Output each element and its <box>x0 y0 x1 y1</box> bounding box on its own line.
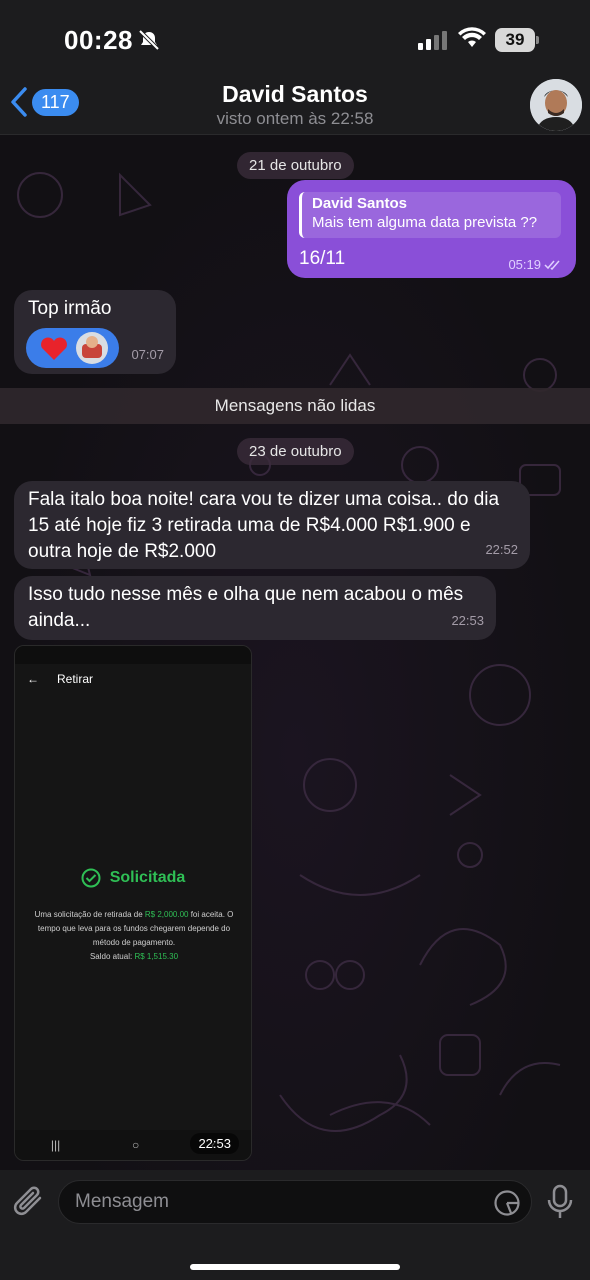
reaction-chip[interactable] <box>26 328 119 368</box>
reply-preview[interactable]: David Santos Mais tem alguma data previs… <box>299 192 561 238</box>
image-description: Uma solicitação de retirada de R$ 2,000.… <box>25 908 243 964</box>
message-bubble-outgoing[interactable]: David Santos Mais tem alguma data previs… <box>287 180 576 278</box>
bell-muted-icon <box>138 30 160 50</box>
message-text: 16/11 <box>299 248 346 269</box>
message-input[interactable] <box>75 1189 475 1215</box>
sticker-icon[interactable] <box>493 1189 521 1217</box>
home-indicator <box>190 1264 400 1270</box>
message-text: Top irmão <box>28 298 112 319</box>
date-divider: 23 de outubro <box>237 438 354 465</box>
image-status-bar <box>15 646 251 664</box>
unread-messages-divider: Mensagens não lidas <box>0 388 590 424</box>
message-bubble-incoming[interactable]: Isso tudo nesse mês e olha que nem acabo… <box>14 576 496 640</box>
check-circle-icon <box>81 868 101 888</box>
message-time: 22:53 <box>190 1133 239 1154</box>
wifi-icon <box>458 27 486 47</box>
arrow-left-icon: ← <box>27 672 39 686</box>
image-app-title: Retirar <box>57 672 94 686</box>
image-balance-value: R$ 1,515.30 <box>134 952 179 961</box>
message-bubble-incoming[interactable]: Top irmão 07:07 <box>14 290 176 374</box>
message-time: 05:19 <box>508 257 541 272</box>
message-meta: 05:19 <box>508 257 562 272</box>
status-time: 00:28 <box>64 25 133 55</box>
composer <box>0 1170 590 1280</box>
date-divider: 21 de outubro <box>237 152 354 179</box>
heart-reaction-icon <box>41 332 108 364</box>
last-seen: visto ontem às 22:58 <box>216 109 374 128</box>
paperclip-icon[interactable] <box>12 1184 46 1220</box>
image-status-text: Solicitada <box>109 869 186 886</box>
image-app-bar: ← Retirar <box>15 664 251 694</box>
reply-author: David Santos <box>312 195 408 212</box>
message-input-container <box>58 1180 532 1224</box>
message-time: 22:52 <box>485 542 518 557</box>
image-message[interactable]: ← Retirar Solicitada Uma solicitação de … <box>14 645 252 1161</box>
battery-level: 39 <box>505 30 525 49</box>
message-bubble-incoming[interactable]: Fala italo boa noite! cara vou te dizer … <box>14 481 530 569</box>
signal-icon <box>418 31 447 50</box>
chat-header: 117 David Santos visto ontem às 22:58 <box>0 75 590 135</box>
recent-apps-icon: ||| <box>50 1138 61 1152</box>
message-text: Isso tudo nesse mês e olha que nem acabo… <box>28 584 464 631</box>
contact-name[interactable]: David Santos <box>0 81 590 108</box>
avatar[interactable] <box>530 79 582 131</box>
image-status: Solicitada <box>15 868 251 888</box>
battery-icon: 39 <box>495 28 539 52</box>
contact-photo <box>530 79 582 131</box>
home-circle-icon: ○ <box>132 1138 140 1152</box>
message-time: 22:53 <box>451 613 484 628</box>
message-time: 07:07 <box>131 347 164 362</box>
microphone-icon[interactable] <box>546 1184 574 1220</box>
image-amount: R$ 2,000.00 <box>144 910 189 919</box>
status-bar: 00:28 39 <box>0 0 590 75</box>
image-desc-part-1: Uma solicitação de retirada de <box>34 910 145 919</box>
message-text: Fala italo boa noite! cara vou te dizer … <box>28 489 500 562</box>
image-balance-label: Saldo atual: <box>89 952 135 961</box>
reply-text: Mais tem alguma data prevista ?? <box>312 214 538 231</box>
double-check-icon <box>544 260 560 270</box>
